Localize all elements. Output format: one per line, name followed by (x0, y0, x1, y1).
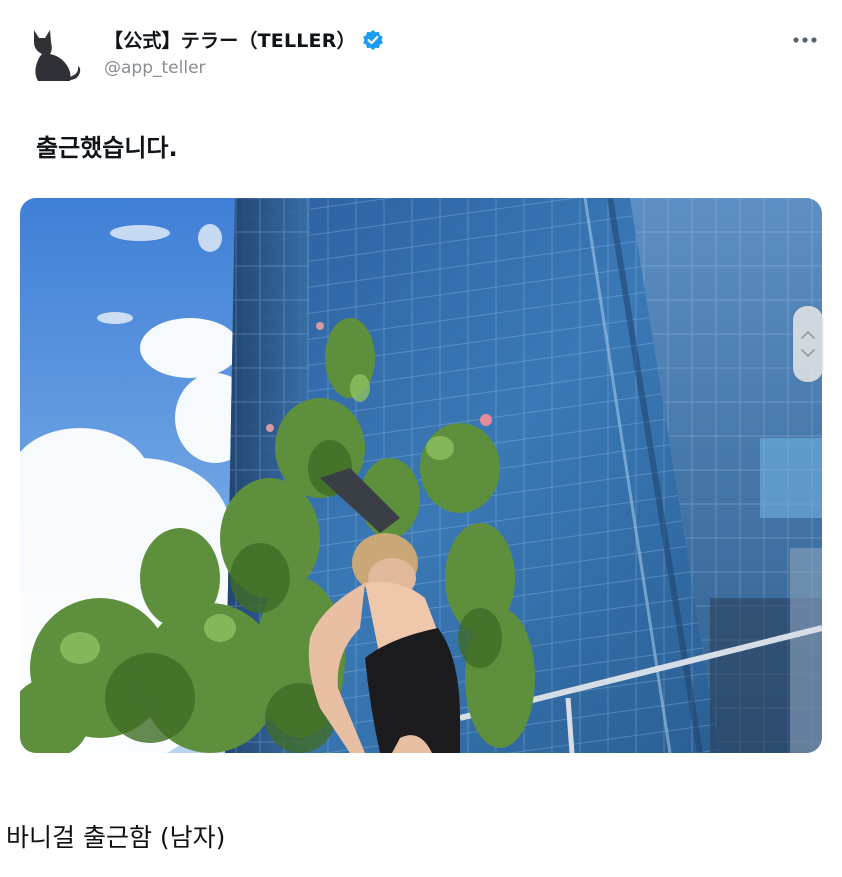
avatar[interactable] (26, 26, 84, 84)
verified-badge-icon (362, 29, 384, 51)
tweet-text: 출근했습니다. (36, 134, 178, 162)
photo-icon (20, 198, 822, 753)
chevron-up-icon[interactable] (800, 330, 816, 340)
display-name[interactable]: 【公式】テラー（TELLER） (104, 26, 356, 53)
author-name-row[interactable]: 【公式】テラー（TELLER） (104, 26, 384, 53)
more-options-button[interactable] (790, 30, 820, 50)
tweet-screenshot: 【公式】テラー（TELLER） @app_teller 출근했습니다. 바니걸 … (0, 0, 842, 877)
author-handle[interactable]: @app_teller (104, 58, 206, 78)
caption-text: 바니걸 출근함 (남자) (6, 823, 226, 852)
chevron-down-icon[interactable] (800, 348, 816, 358)
scroll-stepper[interactable] (793, 306, 823, 382)
cat-silhouette-icon (34, 30, 81, 81)
tweet-photo[interactable] (20, 198, 822, 753)
more-dots-icon (793, 37, 817, 43)
